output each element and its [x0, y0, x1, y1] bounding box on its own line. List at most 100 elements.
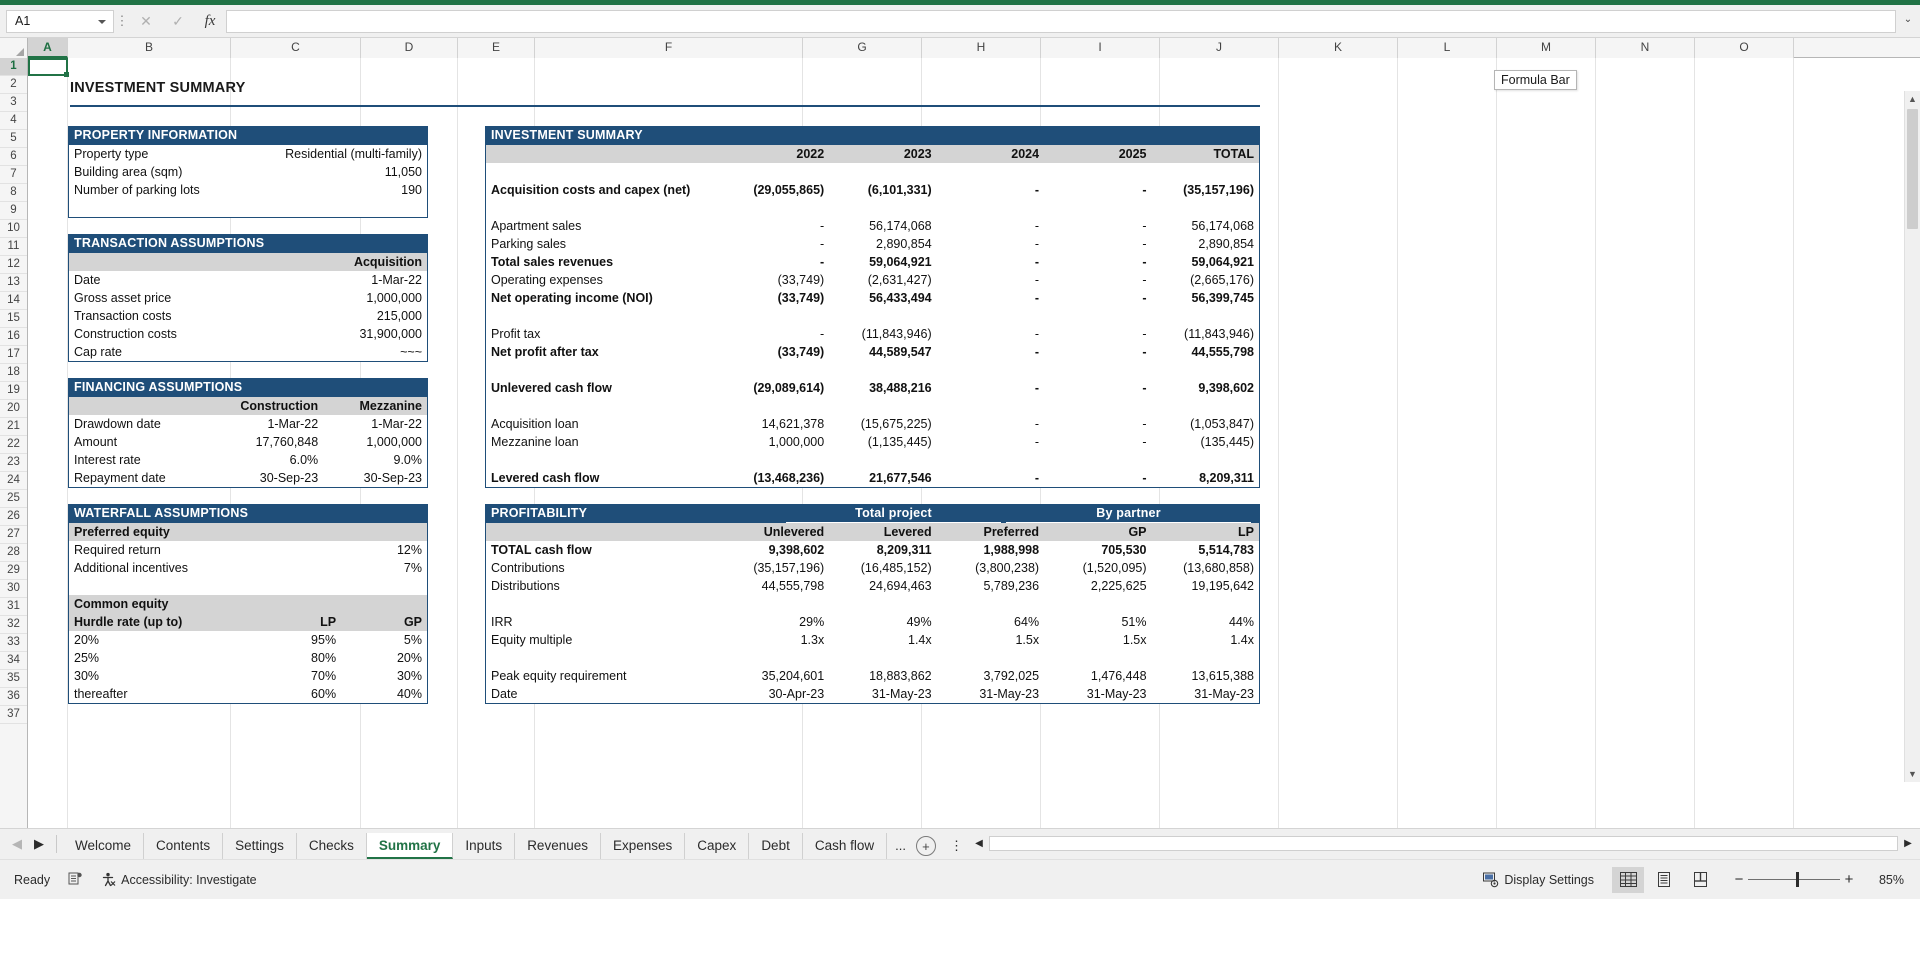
row-header-34[interactable]: 34 — [0, 652, 27, 670]
row-header-35[interactable]: 35 — [0, 670, 27, 688]
tab-nav-next-icon[interactable]: ▶ — [28, 836, 50, 852]
column-header-E[interactable]: E — [458, 38, 535, 58]
select-all-corner[interactable] — [0, 38, 28, 58]
formula-input[interactable] — [226, 9, 1896, 33]
row-header-23[interactable]: 23 — [0, 454, 27, 472]
sheet-tab-contents[interactable]: Contents — [144, 833, 224, 859]
sheet-tab-revenues[interactable]: Revenues — [515, 833, 601, 859]
tab-resize-handle[interactable]: ⋮ — [942, 833, 971, 859]
row-header-17[interactable]: 17 — [0, 346, 27, 364]
column-header-M[interactable]: M — [1497, 38, 1596, 58]
tab-nav-prev-icon[interactable]: ◀ — [6, 836, 28, 852]
row-header-19[interactable]: 19 — [0, 382, 27, 400]
row-header-15[interactable]: 15 — [0, 310, 27, 328]
column-header-A[interactable]: A — [28, 38, 68, 58]
sheet-tab-settings[interactable]: Settings — [223, 833, 297, 859]
horizontal-scrollbar[interactable]: ◀ ▶ — [971, 828, 1920, 859]
zoom-handle[interactable] — [1796, 872, 1799, 887]
row-header-6[interactable]: 6 — [0, 148, 27, 166]
sheet-tab-inputs[interactable]: Inputs — [453, 833, 516, 859]
row-header-21[interactable]: 21 — [0, 418, 27, 436]
sheet-tab-checks[interactable]: Checks — [296, 833, 367, 859]
add-sheet-button[interactable]: + — [915, 836, 936, 856]
vertical-scrollbar[interactable]: ▲ ▼ — [1904, 91, 1920, 782]
macro-record-icon[interactable] — [68, 871, 83, 889]
zoom-in-button[interactable]: + — [1840, 871, 1858, 888]
column-header-D[interactable]: D — [361, 38, 458, 58]
row-header-2[interactable]: 2 — [0, 76, 27, 94]
fx-icon[interactable]: fx — [194, 13, 226, 30]
row-header-5[interactable]: 5 — [0, 130, 27, 148]
row-header-13[interactable]: 13 — [0, 274, 27, 292]
zoom-out-button[interactable]: − — [1730, 871, 1748, 888]
sheet-tab-cash-flow[interactable]: Cash flow — [802, 833, 888, 859]
column-header-O[interactable]: O — [1695, 38, 1794, 58]
column-header-C[interactable]: C — [231, 38, 361, 58]
hscroll-track[interactable] — [988, 836, 1898, 851]
active-cell-A1[interactable] — [28, 58, 69, 77]
row-header-18[interactable]: 18 — [0, 364, 27, 382]
column-header-N[interactable]: N — [1596, 38, 1695, 58]
page-break-view-button[interactable] — [1684, 867, 1716, 893]
row-header-32[interactable]: 32 — [0, 616, 27, 634]
column-header-J[interactable]: J — [1160, 38, 1279, 58]
page-layout-view-button[interactable] — [1648, 867, 1680, 893]
sheet-tab-expenses[interactable]: Expenses — [600, 833, 686, 859]
row-header-37[interactable]: 37 — [0, 706, 27, 724]
sheet-tab-capex[interactable]: Capex — [685, 833, 750, 859]
row-header-12[interactable]: 12 — [0, 256, 27, 274]
check-icon[interactable]: ✓ — [162, 13, 194, 30]
row-header-36[interactable]: 36 — [0, 688, 27, 706]
sheet-tab-overflow[interactable]: ... — [887, 833, 914, 859]
row-header-25[interactable]: 25 — [0, 490, 27, 508]
name-box[interactable]: A1 — [6, 9, 114, 33]
row-header-28[interactable]: 28 — [0, 544, 27, 562]
column-header-B[interactable]: B — [68, 38, 231, 58]
formula-bar-more-icon[interactable]: ⋮ — [114, 13, 130, 29]
column-header-F[interactable]: F — [535, 38, 803, 58]
row-header-4[interactable]: 4 — [0, 112, 27, 130]
accessibility-status[interactable]: Accessibility: Investigate — [101, 872, 257, 887]
row-header-14[interactable]: 14 — [0, 292, 27, 310]
row-header-11[interactable]: 11 — [0, 238, 27, 256]
row-header-29[interactable]: 29 — [0, 562, 27, 580]
row-header-22[interactable]: 22 — [0, 436, 27, 454]
row-header-33[interactable]: 33 — [0, 634, 27, 652]
sheet-tab-debt[interactable]: Debt — [749, 833, 803, 859]
display-settings-button[interactable]: Display Settings — [1483, 872, 1594, 888]
formula-bar-expand-icon[interactable]: ⌄ — [1902, 14, 1914, 26]
hscroll-right-icon[interactable]: ▶ — [1900, 838, 1916, 849]
column-header-L[interactable]: L — [1398, 38, 1497, 58]
zoom-level[interactable]: 85% — [1862, 873, 1904, 887]
sheet-tab-welcome[interactable]: Welcome — [63, 833, 145, 859]
row-header-16[interactable]: 16 — [0, 328, 27, 346]
row-header-27[interactable]: 27 — [0, 526, 27, 544]
row-header-20[interactable]: 20 — [0, 400, 27, 418]
row-header-8[interactable]: 8 — [0, 184, 27, 202]
column-header-I[interactable]: I — [1041, 38, 1160, 58]
row-header-3[interactable]: 3 — [0, 94, 27, 112]
zoom-track[interactable] — [1748, 872, 1840, 887]
close-icon[interactable]: ✕ — [130, 13, 162, 30]
column-header-G[interactable]: G — [803, 38, 922, 58]
sheet-canvas[interactable]: INVESTMENT SUMMARY PROPERTY INFORMATION … — [28, 58, 1920, 899]
row-header-24[interactable]: 24 — [0, 472, 27, 490]
hscroll-left-icon[interactable]: ◀ — [971, 838, 987, 849]
row-header-9[interactable]: 9 — [0, 202, 27, 220]
zoom-slider[interactable]: − + — [1730, 871, 1858, 888]
row-header-26[interactable]: 26 — [0, 508, 27, 526]
chevron-down-icon[interactable] — [98, 19, 106, 24]
scroll-down-icon[interactable]: ▼ — [1905, 766, 1920, 782]
row-header-30[interactable]: 30 — [0, 580, 27, 598]
row-header-10[interactable]: 10 — [0, 220, 27, 238]
tab-nav-arrows[interactable]: ◀ ▶ — [0, 828, 56, 859]
row-header-1[interactable]: 1 — [0, 58, 27, 76]
row-header-31[interactable]: 31 — [0, 598, 27, 616]
normal-view-button[interactable] — [1612, 866, 1644, 893]
scroll-up-icon[interactable]: ▲ — [1905, 91, 1920, 107]
vertical-scroll-thumb[interactable] — [1907, 109, 1918, 229]
column-header-K[interactable]: K — [1279, 38, 1398, 58]
row-header-7[interactable]: 7 — [0, 166, 27, 184]
column-header-H[interactable]: H — [922, 38, 1041, 58]
sheet-tab-summary[interactable]: Summary — [366, 833, 454, 859]
